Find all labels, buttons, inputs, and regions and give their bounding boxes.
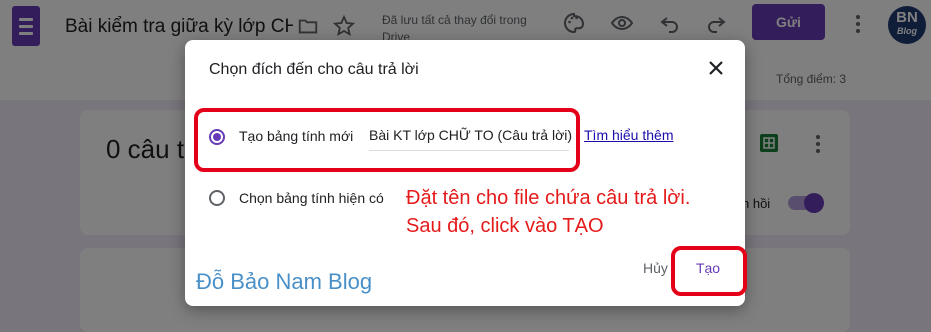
instruction-annotation: Đặt tên cho file chứa câu trả lời. Sau đ… (406, 184, 690, 240)
dialog-title: Chọn đích đến cho câu trả lời (209, 61, 419, 78)
instruction-line-1: Đặt tên cho file chứa câu trả lời. (406, 187, 691, 209)
learn-more-link[interactable]: Tìm hiểu thêm (584, 127, 673, 143)
instruction-line-2: Sau đó, click vào TẠO (406, 215, 604, 237)
blog-watermark: Đỗ Bảo Nam Blog (196, 269, 373, 294)
option-existing-spreadsheet-label[interactable]: Chọn bảng tính hiện có (239, 190, 384, 206)
highlight-create-button (671, 246, 747, 296)
close-icon[interactable] (704, 56, 728, 80)
radio-existing-spreadsheet[interactable] (209, 190, 225, 206)
cancel-button[interactable]: Hủy (643, 260, 668, 276)
response-destination-dialog: Chọn đích đến cho câu trả lời Tạo bảng t… (185, 40, 745, 306)
highlight-new-spreadsheet (194, 108, 580, 172)
